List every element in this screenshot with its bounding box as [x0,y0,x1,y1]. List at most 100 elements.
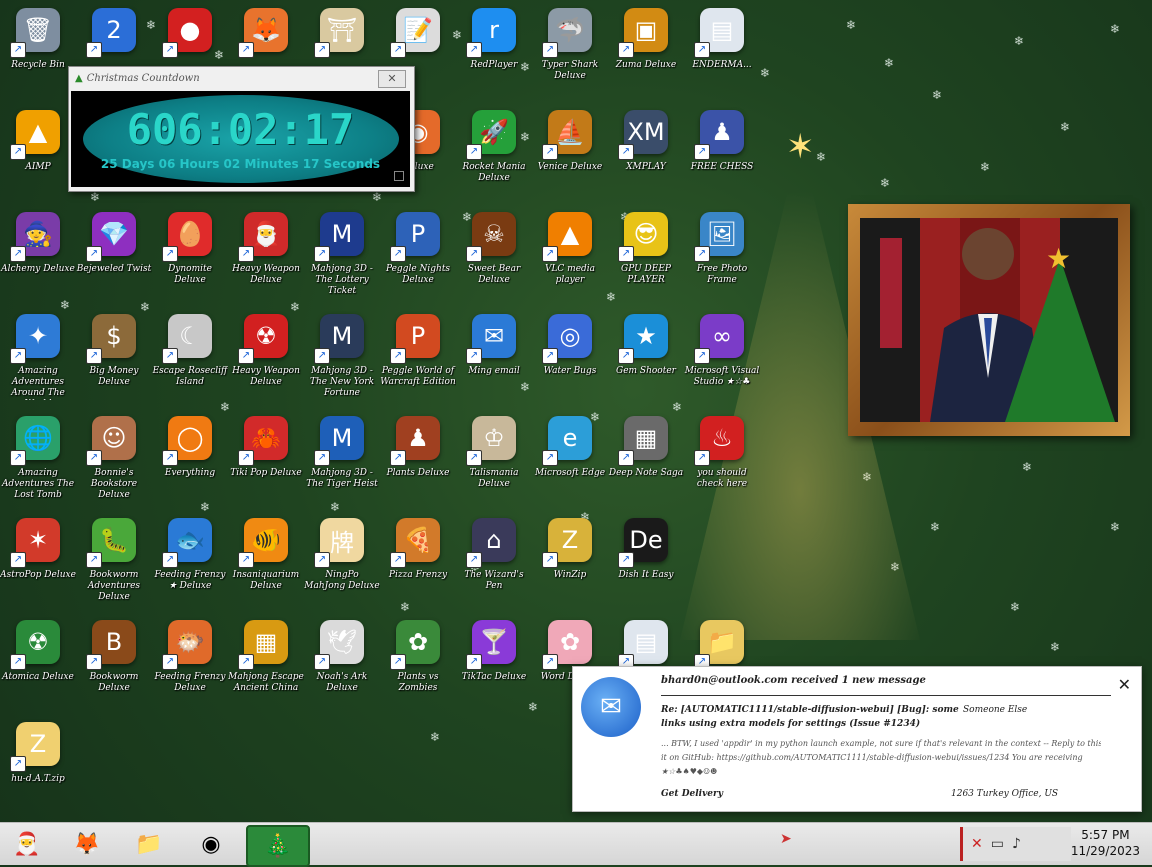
desktop-icon[interactable]: 🐛 ↗ Bookworm Adventures Deluxe [76,518,152,618]
desktop-icon[interactable]: ⌂ ↗ The Wizard's Pen [456,518,532,618]
dragon-icon: ♨ ↗ [694,416,744,466]
desktop-icon[interactable]: r ↗ RedPlayer [456,8,532,108]
peggle-icon: P ↗ [390,212,440,262]
desktop-icon[interactable]: 🦈 ↗ Typer Shark Deluxe [532,8,608,108]
snowflake-icon: ❄ [1014,34,1025,48]
desktop-icon[interactable]: 😎 ↗ GPU DEEP PLAYER [608,212,684,312]
desktop-icon[interactable]: ☢ ↗ Heavy Weapon Deluxe [228,314,304,414]
notification-close-button[interactable]: ✕ [1118,675,1131,694]
desktop-icon[interactable]: XM ↗ XMPLAY [608,110,684,210]
desktop-icon[interactable]: ✉ ↗ Ming email [456,314,532,414]
desktop-icon[interactable]: 牌 ↗ NingPo MahJong Deluxe [304,518,380,618]
desktop-icon[interactable]: ▲ ↗ AIMP [0,110,76,210]
desktop-icon[interactable]: $ ↗ Big Money Deluxe [76,314,152,414]
moneybag-icon: $ ↗ [86,314,136,364]
desktop-icon[interactable]: ★ ↗ Gem Shooter [608,314,684,414]
desktop-icon-label: Escape Rosecliff Island [152,366,228,387]
desktop-icon-label: NingPo MahJong Deluxe [304,570,380,591]
desktop-icon[interactable]: ∞ ↗ Microsoft Visual Studio ★☆♣ [684,314,760,414]
resize-grip-icon[interactable] [394,171,404,181]
desktop-icon[interactable]: ▤ ↗ ENDERMA... [684,8,760,108]
desktop-icon[interactable]: ▣ ↗ Zuma Deluxe [608,8,684,108]
desktop-icon[interactable]: Z ↗ hu-d.A.T.zip [0,722,76,822]
desktop-icon[interactable]: ✦↗Amazing Adventures Around The World [0,314,76,414]
snowflake-icon: ❄ [1010,600,1021,614]
desktop-icon[interactable]: 🧙 ↗ Alchemy Deluxe [0,212,76,312]
windows-stack-icon: ▦ ↗ [618,416,668,466]
shortcut-arrow-icon: ↗ [314,42,330,58]
flower-icon: ✿ ↗ [390,620,440,670]
desktop-icon[interactable]: 🥚 ↗ Dynomite Deluxe [152,212,228,312]
emoji-icon: 😎 ↗ [618,212,668,262]
desktop-icon[interactable]: ♟ ↗ Plants Deluxe [380,416,456,516]
desktop-icon[interactable]: ♟ ↗ FREE CHESS [684,110,760,210]
christmas-countdown-window[interactable]: ▲ Christmas Countdown ✕ 606:02:17 25 Day… [68,66,415,192]
desktop-icon[interactable]: ✿ ↗ Plants vs Zombies [380,620,456,720]
taskbar-firefox-button[interactable]: 🦊 [68,825,106,863]
snowflake-icon: ❄ [1050,640,1061,654]
desktop-icon[interactable]: 🍸 ↗ TikTac Deluxe [456,620,532,720]
desktop-icon[interactable]: ⛵ ↗ Venice Deluxe [532,110,608,210]
thunderbird-notification[interactable]: ✉ ✕ bhard0n@outlook.com received 1 new m… [572,666,1142,812]
desktop-icon[interactable]: M ↗ Mahjong 3D - The Tiger Heist [304,416,380,516]
desktop-icon[interactable]: B ↗ Bookworm Deluxe [76,620,152,720]
tray-audio-icon[interactable]: ♪ [1012,836,1021,852]
desktop-icon[interactable]: ◯ ↗ Everything [152,416,228,516]
desktop-icon[interactable]: 🐟 ↗ Feeding Frenzy ★ Deluxe [152,518,228,618]
desktop-icon[interactable]: P ↗ Peggle World of Warcraft Edition [380,314,456,414]
desktop-icon[interactable]: ▲ ↗ VLC media player [532,212,608,312]
taskbar-chrome-button[interactable]: ◉ [192,825,230,863]
desktop-icon[interactable]: P ↗ Peggle Nights Deluxe [380,212,456,312]
desktop-icon-label: FREE CHESS [690,162,754,172]
taskbar-explorer-button[interactable]: 📁 [130,825,168,863]
desktop-icon[interactable]: Z ↗ WinZip [532,518,608,618]
shortcut-arrow-icon: ↗ [86,654,102,670]
edge-icon: e ↗ [542,416,592,466]
shortcut-arrow-icon: ↗ [10,450,26,466]
santa-start-button[interactable]: 🎅 [8,825,46,863]
desktop-icon[interactable]: 🐠 ↗ Insaniquarium Deluxe [228,518,304,618]
desktop-icon[interactable]: 🖼 ↗ Free Photo Frame [684,212,760,312]
desktop-icon[interactable]: 🐡 ↗ Feeding Frenzy Deluxe [152,620,228,720]
tray-volume-muted-icon[interactable]: ✕ [971,836,983,852]
desktop-icon[interactable]: e ↗ Microsoft Edge [532,416,608,516]
framed-portrait-widget[interactable]: ★ [848,204,1130,436]
desktop-icon[interactable]: M ↗ Mahjong 3D - The New York Fortune [304,314,380,414]
moon-icon: ☾ ↗ [162,314,212,364]
desktop-icon[interactable]: 🍕 ↗ Pizza Frenzy [380,518,456,618]
desktop-icon[interactable]: ✶ ↗ AstroPop Deluxe [0,518,76,618]
badge-2-icon: 2 ↗ [86,8,136,58]
taskbar-countdown-button[interactable]: 🎄 [246,825,310,867]
system-clock[interactable]: 5:57 PM 11/29/2023 [1071,827,1140,859]
shrine-icon: ⛩ ↗ [314,8,364,58]
desktop-icon[interactable]: M ↗ Mahjong 3D - The Lottery Ticket [304,212,380,312]
countdown-titlebar[interactable]: ▲ Christmas Countdown [69,67,414,89]
zuma-icon: ▣ ↗ [618,8,668,58]
desktop-icon[interactable]: 🦀 ↗ Tiki Pop Deluxe [228,416,304,516]
desktop-icon[interactable]: 🕊 ↗ Noah's Ark Deluxe [304,620,380,720]
desktop-icon[interactable]: ☠ ↗ Sweet Bear Deluxe [456,212,532,312]
desktop-icon[interactable]: ◎ ↗ Water Bugs [532,314,608,414]
desktop-icon[interactable]: ♨ ↗ you should check here [684,416,760,516]
shortcut-arrow-icon: ↗ [86,450,102,466]
desktop-icon[interactable]: 🚀 ↗ Rocket Mania Deluxe [456,110,532,210]
desktop-icon-label: Tiki Pop Deluxe [230,468,302,478]
desktop-icon[interactable]: ▦ ↗ Deep Note Saga [608,416,684,516]
desktop-icon[interactable]: ☢ ↗ Atomica Deluxe [0,620,76,720]
desktop-icon[interactable]: ♔ ↗ Talismania Deluxe [456,416,532,516]
desktop-icon[interactable]: 🎅 ↗ Heavy Weapon Deluxe [228,212,304,312]
shortcut-arrow-icon: ↗ [390,348,406,364]
desktop-icon[interactable]: 🗑 ↗ Recycle Bin [0,8,76,108]
notification-footer-left[interactable]: Get Delivery [661,789,723,799]
desktop-icon[interactable]: 🌐 ↗ Amazing Adventures The Lost Tomb [0,416,76,516]
shortcut-arrow-icon: ↗ [162,450,178,466]
shortcut-arrow-icon: ↗ [162,654,178,670]
desktop-icon[interactable]: 💎 ↗ Bejeweled Twist [76,212,152,312]
countdown-close-button[interactable]: ✕ [378,70,406,88]
desktop-icon[interactable]: De ↗ Dish It Easy [608,518,684,618]
desktop-icon[interactable]: ☺ ↗ Bonnie's Bookstore Deluxe [76,416,152,516]
desktop-icon[interactable]: ☾ ↗ Escape Rosecliff Island [152,314,228,414]
tray-network-icon[interactable]: ▭ [991,836,1004,852]
desktop-icon[interactable]: ▦ ↗ Mahjong Escape Ancient China [228,620,304,720]
shortcut-arrow-icon: ↗ [314,654,330,670]
